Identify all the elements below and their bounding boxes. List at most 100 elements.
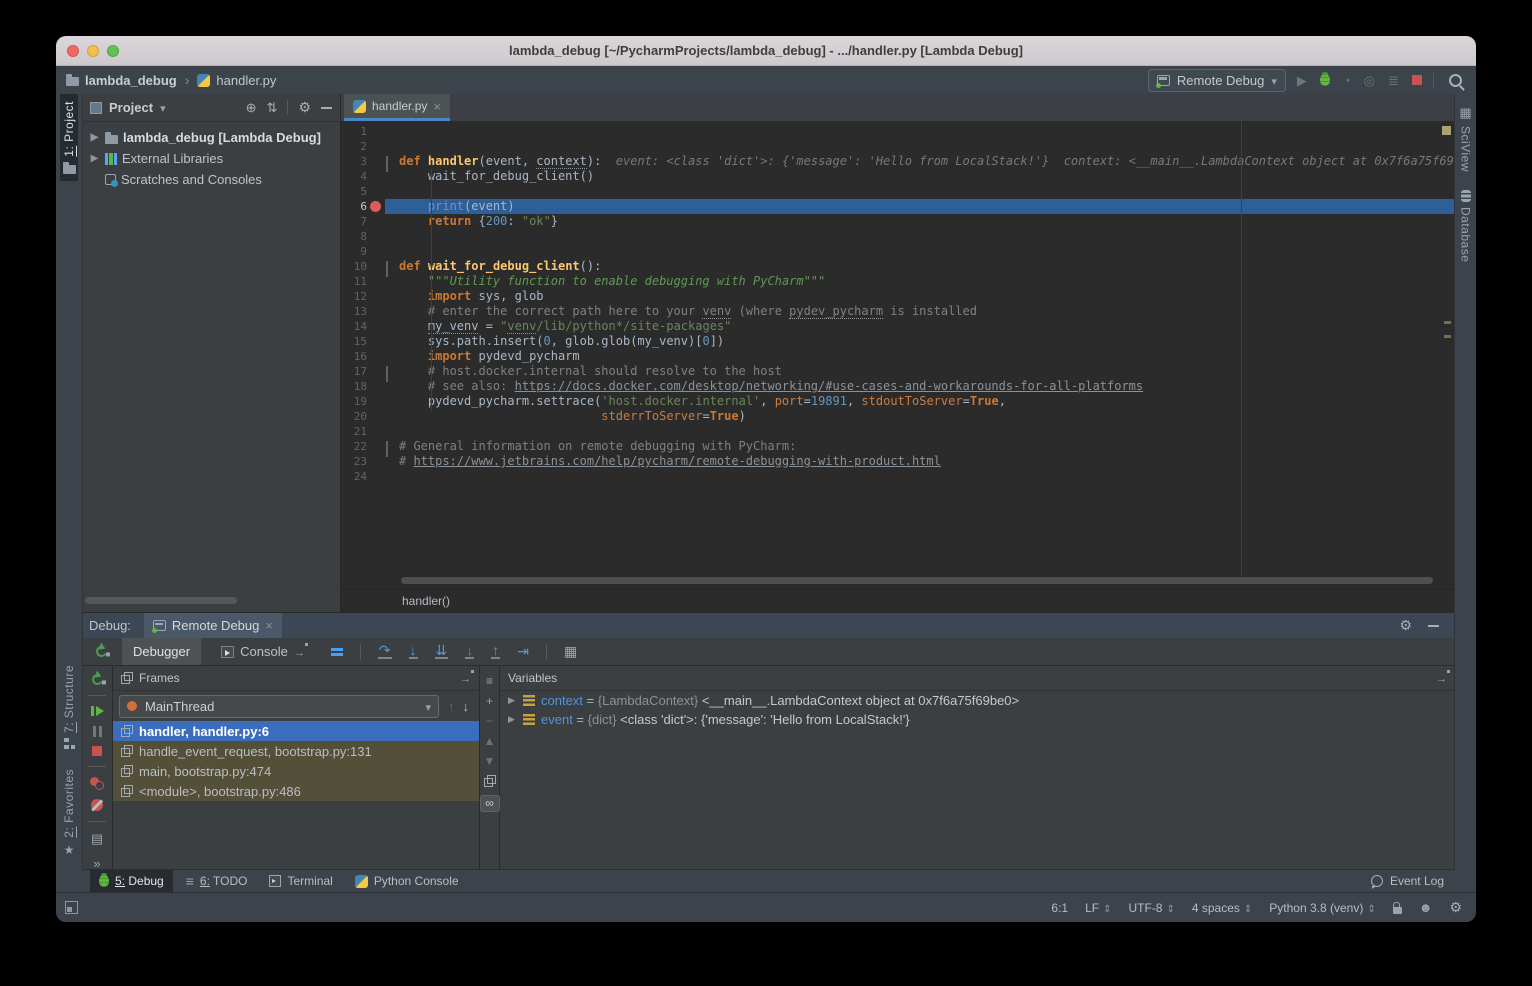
gear-icon[interactable] xyxy=(298,99,311,116)
breadcrumb-function[interactable]: handler() xyxy=(341,594,450,608)
toolwindow-button-terminal[interactable]: Terminal xyxy=(260,870,341,892)
previous-frame-button[interactable] xyxy=(448,699,455,714)
fold-slot[interactable] xyxy=(386,142,395,151)
fold-slot[interactable] xyxy=(386,247,395,256)
minimize-window-button[interactable] xyxy=(87,45,99,57)
run-button[interactable]: ▶ xyxy=(1297,74,1307,87)
resume-button[interactable] xyxy=(91,705,104,717)
tab-debugger[interactable]: Debugger xyxy=(122,638,201,665)
fold-slot[interactable] xyxy=(386,472,395,481)
evaluate-expression-button[interactable]: ▦ xyxy=(564,643,577,660)
status-item-python-3-8-venv-[interactable]: Python 3.8 (venv) xyxy=(1269,901,1375,915)
pause-button[interactable] xyxy=(92,726,103,737)
gutter[interactable]: 7 xyxy=(341,214,385,229)
step-into-button[interactable]: ↓ xyxy=(409,644,418,659)
breakpoint-slot[interactable] xyxy=(367,319,385,334)
breakpoint-slot[interactable] xyxy=(367,139,385,154)
inspections-profile-icon[interactable] xyxy=(1419,900,1433,915)
run-to-cursor-button[interactable]: ⇥ xyxy=(517,644,529,659)
breakpoint-slot[interactable] xyxy=(367,124,385,139)
gutter[interactable]: 15 xyxy=(341,334,385,349)
fold-slot[interactable] xyxy=(386,457,395,466)
status-item-4-spaces[interactable]: 4 spaces xyxy=(1192,901,1252,915)
editor-horizontal-scrollbar[interactable] xyxy=(401,577,1433,584)
chevron-icon[interactable]: ▶ xyxy=(89,153,100,164)
fold-slot[interactable] xyxy=(386,232,395,241)
breakpoint-slot[interactable] xyxy=(367,169,385,184)
gutter[interactable]: 2 xyxy=(341,139,385,154)
view-breakpoints-button[interactable] xyxy=(90,777,104,790)
tree-row[interactable]: Scratches and Consoles xyxy=(82,169,340,190)
gutter[interactable]: 14 xyxy=(341,319,385,334)
show-execution-point-button[interactable] xyxy=(331,647,343,657)
debug-button[interactable] xyxy=(1320,74,1330,86)
toolwindow-button-5-debug[interactable]: 5: Debug xyxy=(90,870,173,892)
move-up-button[interactable]: ▲ xyxy=(484,735,496,747)
toolwindow-button-6-todo[interactable]: 6: TODO xyxy=(177,870,257,892)
search-icon[interactable] xyxy=(1449,74,1462,87)
breakpoint-slot[interactable] xyxy=(367,364,385,379)
project-panel-title[interactable]: Project xyxy=(109,100,153,115)
error-stripe-mark[interactable] xyxy=(1442,126,1451,135)
tree-row[interactable]: ▶lambda_debug [Lambda Debug] xyxy=(82,127,340,148)
sidebar-item-7-structure[interactable]: 7: Structure xyxy=(60,658,78,756)
fold-slot[interactable] xyxy=(386,442,395,451)
breakpoint-slot[interactable] xyxy=(367,229,385,244)
gutter[interactable]: 3 xyxy=(341,154,385,169)
gutter[interactable]: 17 xyxy=(341,364,385,379)
breakpoint-slot[interactable] xyxy=(367,154,385,169)
breakpoint-slot[interactable] xyxy=(367,244,385,259)
gutter[interactable]: 9 xyxy=(341,244,385,259)
breakpoint-slot[interactable] xyxy=(367,259,385,274)
fold-slot[interactable] xyxy=(386,262,395,271)
fold-slot[interactable] xyxy=(386,187,395,196)
breadcrumb-project[interactable]: lambda_debug xyxy=(85,73,177,88)
error-stripe-mark[interactable] xyxy=(1444,335,1451,338)
breakpoint-slot[interactable] xyxy=(367,184,385,199)
breadcrumb-file[interactable]: handler.py xyxy=(216,73,276,88)
frame-row[interactable]: <module>, bootstrap.py:486 xyxy=(113,781,479,801)
fold-slot[interactable] xyxy=(386,307,395,316)
gutter[interactable]: 20 xyxy=(341,409,385,424)
restore-layout-button[interactable] xyxy=(91,831,103,847)
gutter[interactable]: 4 xyxy=(341,169,385,184)
zoom-window-button[interactable] xyxy=(107,45,119,57)
fold-slot[interactable] xyxy=(386,292,395,301)
variable-row[interactable]: ▶context = {LambdaContext} <__main__.Lam… xyxy=(500,691,1455,710)
status-item-lf[interactable]: LF xyxy=(1085,901,1111,915)
stop-button[interactable] xyxy=(1412,75,1422,85)
sidebar-item-1-project[interactable]: 1: Project xyxy=(60,94,78,181)
fold-slot[interactable] xyxy=(386,277,395,286)
gutter[interactable]: 13 xyxy=(341,304,385,319)
sidebar-item-database[interactable]: Database xyxy=(1457,183,1475,269)
gutter[interactable]: 16 xyxy=(341,349,385,364)
fold-slot[interactable] xyxy=(386,352,395,361)
gutter[interactable]: 18 xyxy=(341,379,385,394)
frame-row[interactable]: handle_event_request, bootstrap.py:131 xyxy=(113,741,479,761)
close-icon[interactable] xyxy=(433,99,441,114)
stop-debug-button[interactable] xyxy=(92,746,102,756)
fold-slot[interactable] xyxy=(386,337,395,346)
gutter[interactable]: 10 xyxy=(341,259,385,274)
evaluate-watches-toggle[interactable]: ∞ xyxy=(480,795,500,812)
gutter[interactable]: 8 xyxy=(341,229,385,244)
profile-button[interactable]: ◔ xyxy=(1343,74,1351,87)
locate-file-button[interactable]: ⊕ xyxy=(246,101,257,114)
breakpoint-slot[interactable] xyxy=(367,349,385,364)
chevron-right-icon[interactable]: ▶ xyxy=(508,714,517,725)
force-step-into-button[interactable]: ↓ xyxy=(465,644,474,659)
breakpoint-slot[interactable] xyxy=(367,334,385,349)
breakpoint-slot[interactable] xyxy=(367,199,385,214)
fold-slot[interactable] xyxy=(386,217,395,226)
fold-slot[interactable] xyxy=(386,412,395,421)
fold-slot[interactable] xyxy=(386,172,395,181)
chevron-down-icon[interactable] xyxy=(160,100,166,115)
tree-row[interactable]: ▶External Libraries xyxy=(82,148,340,169)
fold-slot[interactable] xyxy=(386,397,395,406)
fold-slot[interactable] xyxy=(386,127,395,136)
breakpoint-slot[interactable] xyxy=(367,304,385,319)
duplicate-button[interactable] xyxy=(484,775,496,787)
breakpoint-slot[interactable] xyxy=(367,394,385,409)
lock-icon[interactable] xyxy=(1393,907,1402,914)
breakpoint-icon[interactable] xyxy=(370,201,381,212)
